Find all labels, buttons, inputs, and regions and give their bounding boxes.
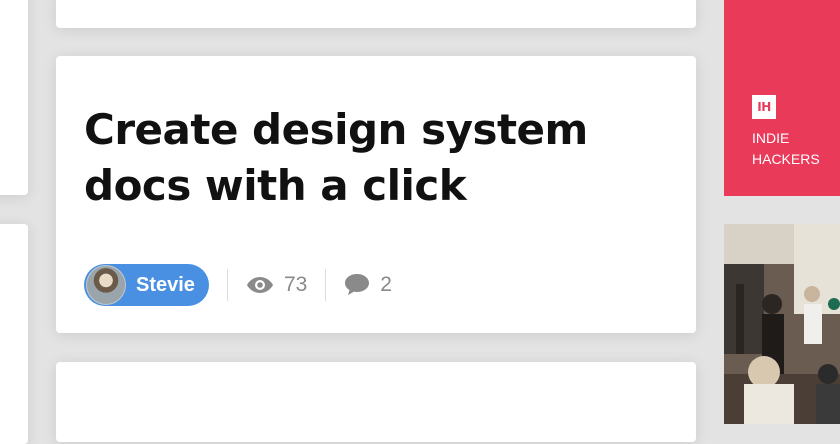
indie-hackers-logo: IH (752, 95, 776, 119)
comments-stat[interactable]: 2 (344, 273, 392, 297)
side-card-fragment-top (0, 0, 28, 195)
post-title[interactable]: Create design system docs with a click (84, 102, 684, 214)
indie-hackers-label: INDIE HACKERS (752, 130, 820, 167)
cafe-photo (724, 224, 840, 424)
eye-icon (246, 277, 273, 293)
comments-count: 2 (380, 273, 392, 296)
avatar[interactable] (86, 265, 126, 305)
post-card-previous[interactable] (56, 0, 696, 28)
meta-divider (325, 269, 327, 301)
views-count: 73 (283, 273, 308, 296)
author-badge[interactable]: Stevie (84, 264, 209, 306)
indie-hackers-ad[interactable]: IH INDIE HACKERS (724, 0, 840, 196)
views-stat: 73 (246, 273, 307, 297)
speech-bubble-icon (345, 274, 370, 295)
post-card[interactable]: Create design system docs with a click S… (56, 56, 696, 333)
side-card-fragment-bottom (0, 224, 28, 444)
post-meta: Stevie 73 2 (84, 264, 392, 306)
author-name[interactable]: Stevie (136, 274, 195, 297)
meta-divider (226, 269, 228, 301)
photo-card[interactable] (724, 224, 840, 424)
post-card-next[interactable] (56, 362, 696, 442)
